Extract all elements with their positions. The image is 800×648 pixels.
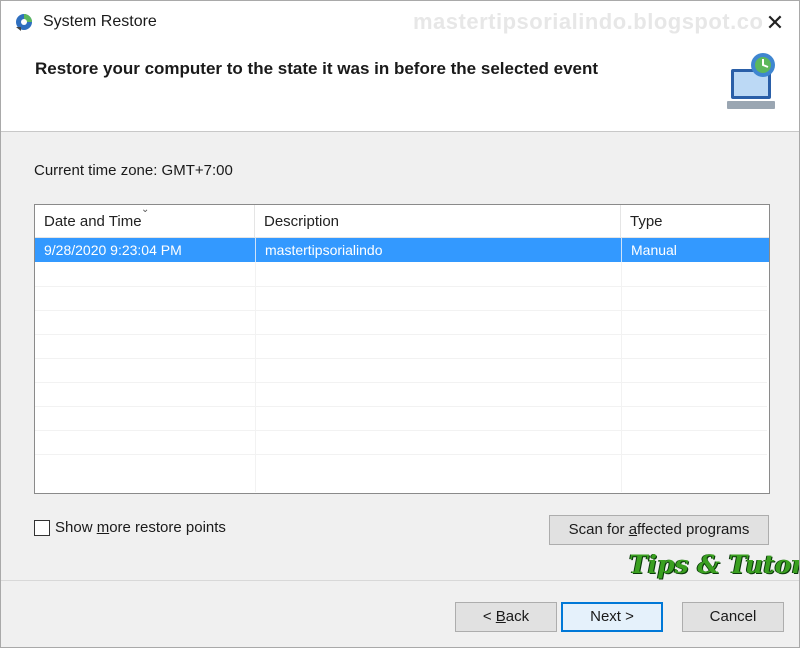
window-title: System Restore <box>43 13 157 30</box>
button-bar: < Back Next > Cancel <box>1 581 799 647</box>
grid-line <box>35 454 767 455</box>
grid-line <box>621 262 622 492</box>
grid-line <box>35 334 767 335</box>
table-header: ⌄ Date and Time Description Type <box>35 205 769 238</box>
column-header-description-label: Description <box>264 213 340 230</box>
cell-description: mastertipsorialindo <box>255 238 621 262</box>
column-header-date[interactable]: ⌄ Date and Time <box>35 205 255 237</box>
system-restore-icon <box>16 14 32 31</box>
column-header-date-label: Date and Time <box>44 213 142 230</box>
grid-line <box>255 262 256 492</box>
back-button[interactable]: < Back <box>455 602 557 632</box>
restore-points-table[interactable]: ⌄ Date and Time Description Type 9/28/20… <box>34 204 770 494</box>
grid-line <box>35 406 767 407</box>
cell-type: Manual <box>621 238 769 262</box>
cell-date: 9/28/2020 9:23:04 PM <box>44 242 182 258</box>
next-button[interactable]: Next > <box>561 602 663 632</box>
system-restore-monitor-icon <box>727 53 775 109</box>
grid-line <box>35 430 767 431</box>
header-instruction: Restore your computer to the state it wa… <box>35 59 599 78</box>
header-panel: Restore your computer to the state it wa… <box>1 45 799 131</box>
title-bar: System Restore mastertipsorialindo.blogs… <box>1 1 799 45</box>
grid-line <box>35 358 767 359</box>
watermark-text: mastertipsorialindo.blogspot.co <box>413 9 764 34</box>
column-header-description[interactable]: Description <box>255 205 621 237</box>
column-header-type[interactable]: Type <box>621 205 769 237</box>
show-more-checkbox[interactable] <box>34 520 50 536</box>
scan-affected-programs-button[interactable]: Scan for affected programs <box>549 515 769 545</box>
sort-chevron-icon: ⌄ <box>141 204 150 215</box>
column-header-type-label: Type <box>630 213 663 230</box>
tips-tutorial-logo: Tips & Tutorial <box>629 550 799 579</box>
table-row[interactable]: 9/28/2020 9:23:04 PM mastertipsorialindo… <box>35 238 769 262</box>
close-icon: ✕ <box>765 10 785 35</box>
show-more-label[interactable]: Show more restore points <box>55 519 226 536</box>
content-area: Current time zone: GMT+7:00 ⌄ Date and T… <box>1 132 799 580</box>
close-button[interactable]: ✕ <box>761 9 789 37</box>
system-restore-window: System Restore mastertipsorialindo.blogs… <box>0 0 800 648</box>
timezone-label: Current time zone: GMT+7:00 <box>34 162 233 179</box>
cancel-button[interactable]: Cancel <box>682 602 784 632</box>
grid-line <box>35 382 767 383</box>
grid-line <box>35 286 767 287</box>
grid-line <box>35 310 767 311</box>
